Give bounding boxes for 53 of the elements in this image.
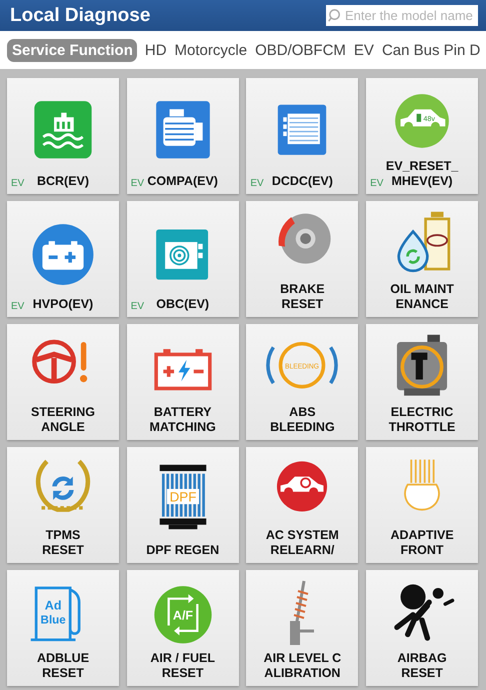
category-tag: EV (11, 301, 24, 312)
service-tile[interactable]: TPMS RESET (7, 447, 119, 563)
tile-label: EV_RESET_ MHEV(EV) (386, 159, 458, 189)
tile-label: BCR(EV) (36, 174, 90, 189)
tile-label: TPMS RESET (42, 528, 84, 558)
service-tile[interactable]: BRAKE RESET (246, 201, 358, 317)
service-tile[interactable]: STEERING ANGLE (7, 324, 119, 440)
tile-label: ELECTRIC THROTTLE (388, 405, 456, 435)
service-tile[interactable]: Ad Blue ADBLUE RESET (7, 570, 119, 686)
tile-label: OBC(EV) (156, 297, 210, 312)
tile-label: COMPA(EV) (147, 174, 218, 189)
service-tile[interactable]: AIRBAG RESET (366, 570, 478, 686)
tile-label: BRAKE RESET (280, 282, 325, 312)
category-tag: EV (130, 301, 144, 312)
suspension-icon (288, 578, 316, 646)
tile-label: AIR / FUEL RESET (150, 651, 215, 681)
service-tile[interactable]: EV COMPA(EV) (126, 78, 239, 194)
service-tile[interactable]: EV BCR(EV) (7, 78, 119, 194)
tab[interactable]: EV (354, 38, 374, 62)
service-tile[interactable]: EV OBC(EV) (126, 201, 239, 317)
category-tag: EV (250, 178, 264, 189)
tab[interactable]: HD (144, 38, 167, 62)
tile-label: AIR LEVEL C ALIBRATION (264, 651, 342, 681)
page-title: Local Diagnose (10, 4, 150, 26)
tab[interactable]: OBD/OBFCM (255, 38, 346, 62)
tile-label: BATTERY MATCHING (149, 405, 216, 435)
tile-label: DCDC(EV) (272, 174, 333, 189)
tile-label: ABS BLEEDING (270, 405, 335, 435)
tile-label: DPF REGEN (146, 543, 220, 558)
service-tile[interactable]: EV HVPO(EV) (7, 201, 119, 317)
tab[interactable]: Can Bus Pin D (382, 38, 480, 62)
category-tag: EV (370, 178, 384, 189)
tile-label: AIRBAG RESET (397, 651, 447, 681)
service-tile[interactable]: EV DCDC(EV) (246, 78, 358, 194)
tile-label: ADBLUE RESET (36, 651, 90, 681)
service-tile[interactable]: BATTERY MATCHING (126, 324, 239, 440)
service-tile[interactable]: AIR LEVEL C ALIBRATION (246, 570, 358, 686)
tab[interactable]: Motorcycle (174, 38, 248, 62)
service-tile[interactable]: OIL MAINT ENANCE (366, 201, 478, 317)
tile-label: ADAPTIVE FRONT (390, 528, 454, 558)
tile-label: AC SYSTEM RELEARN/ (266, 528, 339, 558)
service-tile[interactable]: ADAPTIVE FRONT (366, 447, 478, 563)
tile-label: OIL MAINT ENANCE (390, 282, 454, 312)
service-tile[interactable]: ELECTRIC THROTTLE (366, 324, 478, 440)
service-tile[interactable]: AC SYSTEM RELEARN/ (246, 447, 358, 563)
search-icon (328, 8, 343, 23)
service-tile[interactable]: DPF DPF REGEN (126, 447, 239, 563)
tile-label: STEERING ANGLE (31, 405, 95, 435)
category-tag: EV (130, 178, 144, 189)
tile-label: HVPO(EV) (32, 297, 94, 312)
service-tile[interactable]: A/F AIR / FUEL RESET (126, 570, 239, 686)
category-tag: EV (11, 178, 24, 189)
search-field[interactable]: Enter the model name (326, 5, 478, 26)
